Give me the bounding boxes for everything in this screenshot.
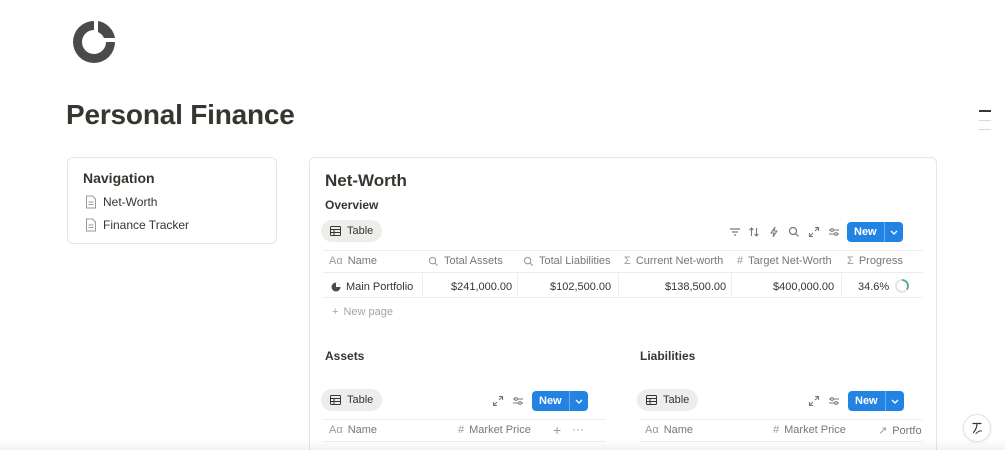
net-worth-card: Net-Worth Overview Table New Aα Name Tot… bbox=[309, 157, 937, 450]
new-page-label: New page bbox=[343, 306, 393, 318]
row-current-net-worth: $138,500.00 bbox=[665, 281, 727, 293]
column-header-name[interactable]: Aα Name bbox=[329, 255, 377, 267]
liabilities-table-view-tab[interactable]: Table bbox=[637, 389, 699, 411]
net-worth-heading: Net-Worth bbox=[325, 171, 407, 190]
nav-item-label: Finance Tracker bbox=[103, 218, 190, 232]
column-label: Portfo bbox=[892, 424, 922, 437]
column-header-total-assets[interactable]: Total Assets bbox=[428, 255, 503, 267]
more-options-icon[interactable]: ··· bbox=[572, 422, 584, 436]
search-icon[interactable] bbox=[787, 225, 801, 239]
table-icon bbox=[646, 395, 657, 405]
column-header-progress[interactable]: Σ Progress bbox=[847, 255, 903, 267]
assets-column-header-market-price[interactable]: # Market Price bbox=[458, 424, 531, 436]
assets-new-button[interactable]: New bbox=[532, 391, 588, 411]
number-property-icon: # bbox=[458, 424, 465, 436]
sum-icon: Σ bbox=[847, 255, 854, 267]
expand-icon[interactable] bbox=[491, 394, 505, 408]
page-title: Personal Finance bbox=[66, 99, 295, 130]
plus-icon: + bbox=[332, 306, 339, 318]
text-property-icon: Aα bbox=[329, 424, 343, 436]
bottom-shadow bbox=[0, 440, 1005, 450]
sum-icon: Σ bbox=[624, 255, 631, 267]
progress-ring bbox=[895, 279, 909, 293]
liabilities-column-header-portfolio[interactable]: ↗ Portfo bbox=[878, 424, 922, 438]
column-label: Target Net-Worth bbox=[748, 255, 832, 267]
column-label: Market Price bbox=[784, 424, 846, 436]
pie-chart-icon bbox=[73, 21, 115, 63]
add-property-icon[interactable]: + bbox=[553, 422, 561, 438]
navigation-card: Navigation Net-Worth Finance Tracker bbox=[67, 157, 277, 244]
chevron-down-icon[interactable] bbox=[883, 222, 903, 242]
text-property-icon: Aα bbox=[329, 255, 343, 267]
relation-icon: ↗ bbox=[878, 425, 888, 437]
overview-new-button[interactable]: New bbox=[847, 222, 903, 242]
new-button-label: New bbox=[854, 226, 877, 238]
column-label: Name bbox=[347, 424, 378, 436]
table-icon bbox=[330, 226, 341, 236]
sort-icon[interactable] bbox=[747, 225, 761, 239]
overview-heading: Overview bbox=[325, 198, 379, 212]
number-property-icon: # bbox=[737, 255, 744, 267]
filter-icon[interactable] bbox=[728, 225, 742, 239]
column-label: Name bbox=[663, 424, 694, 436]
number-property-icon: # bbox=[773, 424, 780, 436]
new-button-label: New bbox=[855, 395, 878, 407]
navigation-title: Navigation bbox=[83, 170, 155, 186]
column-label: Total Liabilities bbox=[539, 255, 611, 267]
liabilities-column-header-name[interactable]: Aα Name bbox=[645, 424, 693, 436]
column-header-target-net-worth[interactable]: # Target Net-Worth bbox=[737, 255, 832, 267]
chevron-down-icon[interactable] bbox=[884, 391, 904, 411]
row-target-net-worth: $400,000.00 bbox=[773, 281, 835, 293]
liabilities-heading: Liabilities bbox=[640, 349, 696, 363]
overview-table-view-tab[interactable]: Table bbox=[321, 220, 383, 242]
view-tab-label: Table bbox=[663, 394, 690, 406]
search-icon bbox=[428, 256, 439, 266]
new-button-label: New bbox=[539, 395, 562, 407]
column-label: Market Price bbox=[469, 424, 531, 436]
text-property-icon: Aα bbox=[645, 424, 659, 436]
column-header-current-net-worth[interactable]: Σ Current Net-worth bbox=[624, 255, 723, 267]
assets-heading: Assets bbox=[325, 349, 365, 363]
nav-item-label: Net-Worth bbox=[103, 195, 158, 209]
column-label: Total Assets bbox=[444, 255, 503, 267]
expand-icon[interactable] bbox=[807, 225, 821, 239]
nav-item-net-worth[interactable]: Net-Worth bbox=[85, 195, 157, 209]
row-name[interactable]: Main Portfolio bbox=[346, 281, 413, 293]
column-header-total-liabilities[interactable]: Total Liabilities bbox=[523, 255, 611, 267]
liabilities-column-header-market-price[interactable]: # Market Price bbox=[773, 424, 846, 436]
search-icon bbox=[523, 256, 534, 266]
row-progress: 34.6% bbox=[858, 281, 890, 293]
nav-item-finance-tracker[interactable]: Finance Tracker bbox=[85, 218, 189, 232]
pie-chart-icon bbox=[331, 282, 341, 292]
view-tab-label: Table bbox=[347, 225, 374, 237]
document-icon bbox=[86, 195, 96, 209]
row-total-liabilities: $102,500.00 bbox=[550, 281, 612, 293]
assets-table-view-tab[interactable]: Table bbox=[321, 389, 383, 411]
column-label: Progress bbox=[858, 255, 903, 267]
settings-icon[interactable] bbox=[827, 394, 841, 408]
table-icon bbox=[330, 395, 341, 405]
help-button[interactable] bbox=[963, 414, 991, 442]
settings-icon[interactable] bbox=[511, 394, 525, 408]
chevron-down-icon[interactable] bbox=[568, 391, 588, 411]
help-icon bbox=[972, 422, 982, 434]
liabilities-new-button[interactable]: New bbox=[848, 391, 904, 411]
expand-icon[interactable] bbox=[807, 394, 821, 408]
automation-icon[interactable] bbox=[767, 225, 781, 239]
column-label: Current Net-worth bbox=[635, 255, 724, 267]
assets-column-header-name[interactable]: Aα Name bbox=[329, 424, 377, 436]
settings-icon[interactable] bbox=[827, 225, 841, 239]
row-total-assets: $241,000.00 bbox=[451, 281, 513, 293]
new-page-button[interactable]: + New page bbox=[332, 306, 393, 318]
view-tab-label: Table bbox=[347, 394, 374, 406]
document-icon bbox=[86, 218, 96, 232]
table-of-contents[interactable] bbox=[979, 110, 991, 138]
column-label: Name bbox=[347, 255, 378, 267]
